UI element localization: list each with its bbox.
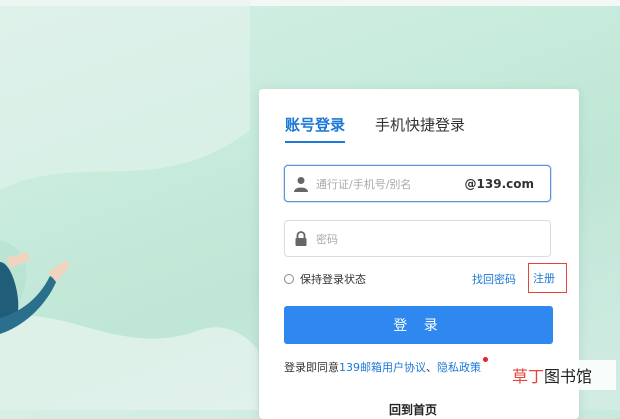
watermark-part1: 草丁	[512, 367, 545, 386]
password-input[interactable]	[314, 229, 478, 249]
site-watermark: 草丁 图书馆	[512, 360, 616, 390]
login-tabs: 账号登录 手机快捷登录	[285, 114, 465, 143]
password-field[interactable]	[284, 220, 551, 257]
tab-account-login[interactable]: 账号登录	[285, 114, 346, 143]
account-field[interactable]: @139.com	[284, 165, 551, 202]
watermark-part2: 图书馆	[544, 367, 593, 386]
keep-login-checkbox[interactable]: 保持登录状态	[284, 271, 366, 287]
account-input[interactable]	[314, 174, 478, 194]
forgot-password-link[interactable]: 找回密码	[472, 271, 516, 287]
notification-dot	[483, 357, 488, 362]
mail-domain-suffix: @139.com	[464, 177, 534, 191]
user-agreement-link[interactable]: 139邮箱用户协议	[339, 359, 426, 375]
login-button[interactable]: 登 录	[284, 306, 553, 344]
radio-icon[interactable]	[284, 274, 294, 284]
agreement-separator: 、	[426, 361, 437, 374]
privacy-policy-link[interactable]: 隐私政策	[437, 359, 481, 375]
user-icon	[294, 177, 308, 192]
tab-phone-login[interactable]: 手机快捷登录	[375, 114, 465, 143]
agreement-text: 登录即同意 139邮箱用户协议 、 隐私政策	[284, 357, 488, 375]
keep-login-label: 保持登录状态	[300, 273, 366, 286]
register-link[interactable]: 注册	[528, 263, 567, 293]
agreement-prefix: 登录即同意	[284, 361, 339, 374]
lock-icon	[295, 231, 307, 246]
options-row: 保持登录状态 找回密码 注册	[284, 263, 567, 293]
